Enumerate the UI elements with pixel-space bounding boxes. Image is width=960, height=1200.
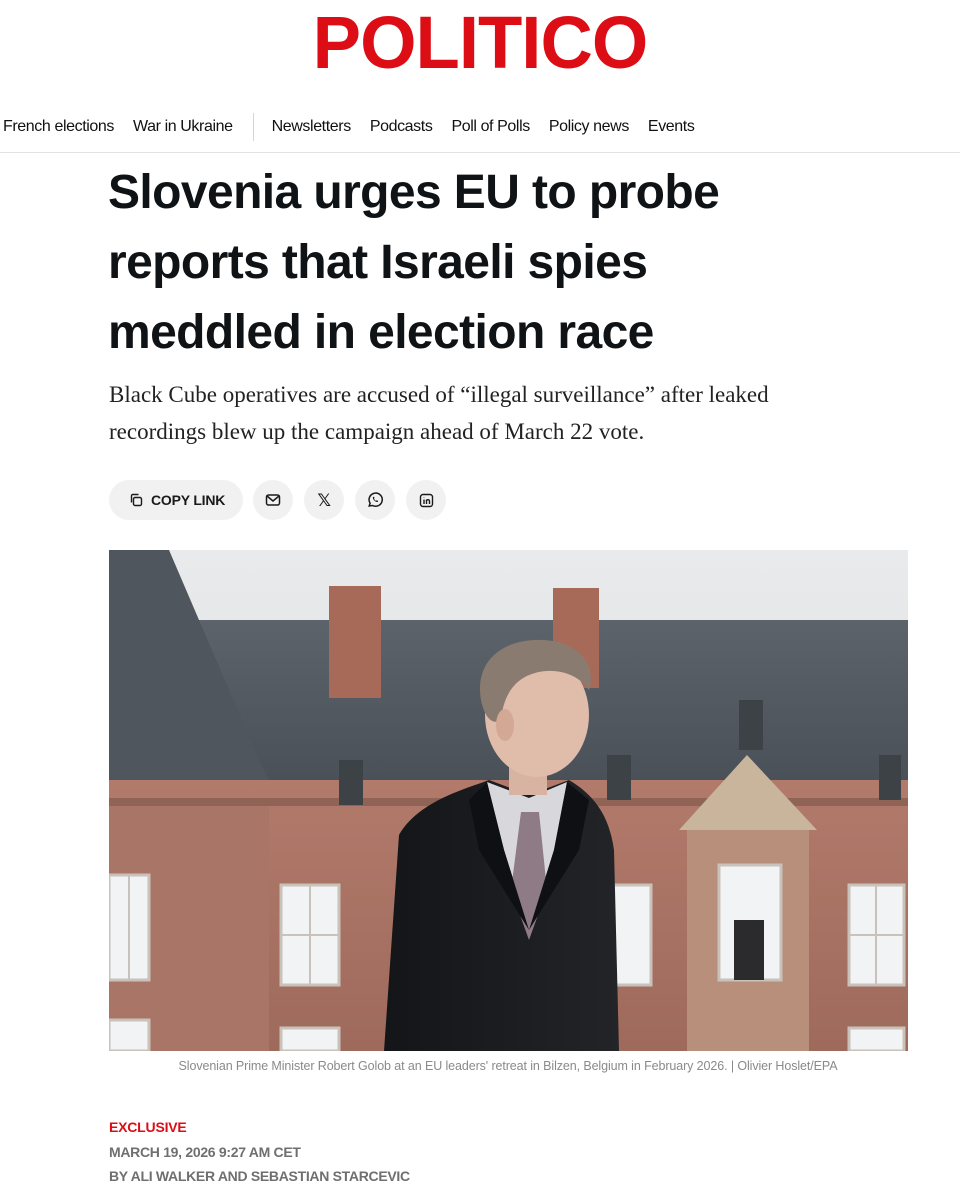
politico-logo[interactable]: POLITICO bbox=[10, 6, 951, 80]
share-bar: COPY LINK 𝕏 bbox=[109, 480, 447, 520]
nav-item-war-in-ukraine[interactable]: War in Ukraine bbox=[133, 118, 233, 136]
image-caption: Slovenian Prime Minister Robert Golob at… bbox=[178, 1059, 838, 1073]
nav-item-poll-of-polls[interactable]: Poll of Polls bbox=[451, 118, 530, 136]
copy-link-label: COPY LINK bbox=[151, 492, 226, 508]
nav-item-policy-news[interactable]: Policy news bbox=[549, 118, 629, 136]
linkedin-icon bbox=[419, 493, 434, 508]
main-nav: French elections War in Ukraine Newslett… bbox=[0, 112, 960, 142]
email-icon bbox=[265, 493, 281, 507]
dek-line: recordings blew up the campaign ahead of… bbox=[109, 419, 645, 444]
dek-line: Black Cube operatives are accused of “il… bbox=[109, 382, 769, 407]
x-share-button[interactable]: 𝕏 bbox=[304, 480, 345, 520]
nav-item-french-elections[interactable]: French elections bbox=[3, 118, 114, 136]
article-headline: Slovenia urges EU to probe reports that … bbox=[108, 158, 868, 368]
linkedin-share-button[interactable] bbox=[406, 480, 447, 520]
x-icon: 𝕏 bbox=[317, 490, 332, 510]
lead-photo bbox=[109, 550, 908, 1051]
link-icon bbox=[129, 493, 143, 507]
headline-line: reports that Israeli spies bbox=[108, 236, 648, 289]
nav-divider-line bbox=[0, 152, 960, 153]
whatsapp-icon bbox=[366, 491, 384, 509]
byline: BY ALI WALKER AND SEBASTIAN STARCEVIC bbox=[109, 1168, 410, 1184]
publish-date: MARCH 19, 2026 9:27 AM CET bbox=[109, 1144, 301, 1160]
headline-line: Slovenia urges EU to probe bbox=[108, 166, 720, 219]
email-share-button[interactable] bbox=[253, 480, 294, 520]
exclusive-label: EXCLUSIVE bbox=[109, 1119, 187, 1135]
article-dek: Black Cube operatives are accused of “il… bbox=[109, 376, 869, 450]
nav-divider bbox=[252, 113, 254, 141]
nav-item-events[interactable]: Events bbox=[648, 118, 695, 136]
nav-item-newsletters[interactable]: Newsletters bbox=[272, 118, 352, 136]
copy-link-button[interactable]: COPY LINK bbox=[109, 480, 244, 520]
whatsapp-share-button[interactable] bbox=[355, 480, 396, 520]
nav-item-podcasts[interactable]: Podcasts bbox=[370, 118, 433, 136]
headline-line: meddled in election race bbox=[108, 306, 654, 359]
